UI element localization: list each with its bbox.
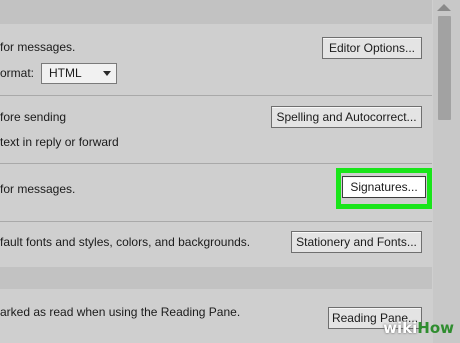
spelling-description: fore sending <box>0 110 67 124</box>
compose-format-label: ormat: <box>0 66 35 80</box>
scroll-up-arrow-icon[interactable] <box>437 4 451 11</box>
section-header-band <box>0 0 432 24</box>
chevron-down-icon <box>103 71 111 76</box>
reading-pane-description: arked as read when using the Reading Pan… <box>0 305 241 319</box>
editor-description: for messages. <box>0 40 76 54</box>
signatures-button[interactable]: Signatures... <box>342 176 426 198</box>
watermark-logo: wikiHow <box>383 319 454 337</box>
divider <box>0 221 432 222</box>
reply-description: text in reply or forward <box>0 135 119 149</box>
section-header-band <box>0 267 432 289</box>
editor-options-button[interactable]: Editor Options... <box>322 37 422 59</box>
divider <box>0 95 432 96</box>
spelling-autocorrect-button[interactable]: Spelling and Autocorrect... <box>271 106 422 128</box>
scrollbar-thumb[interactable] <box>438 16 451 120</box>
signatures-description: for messages. <box>0 182 76 196</box>
divider <box>0 163 432 164</box>
stationery-fonts-button[interactable]: Stationery and Fonts... <box>291 231 422 253</box>
compose-format-value: HTML <box>49 66 82 80</box>
compose-format-select[interactable]: HTML <box>41 63 117 84</box>
stationery-description: fault fonts and styles, colors, and back… <box>0 235 251 249</box>
